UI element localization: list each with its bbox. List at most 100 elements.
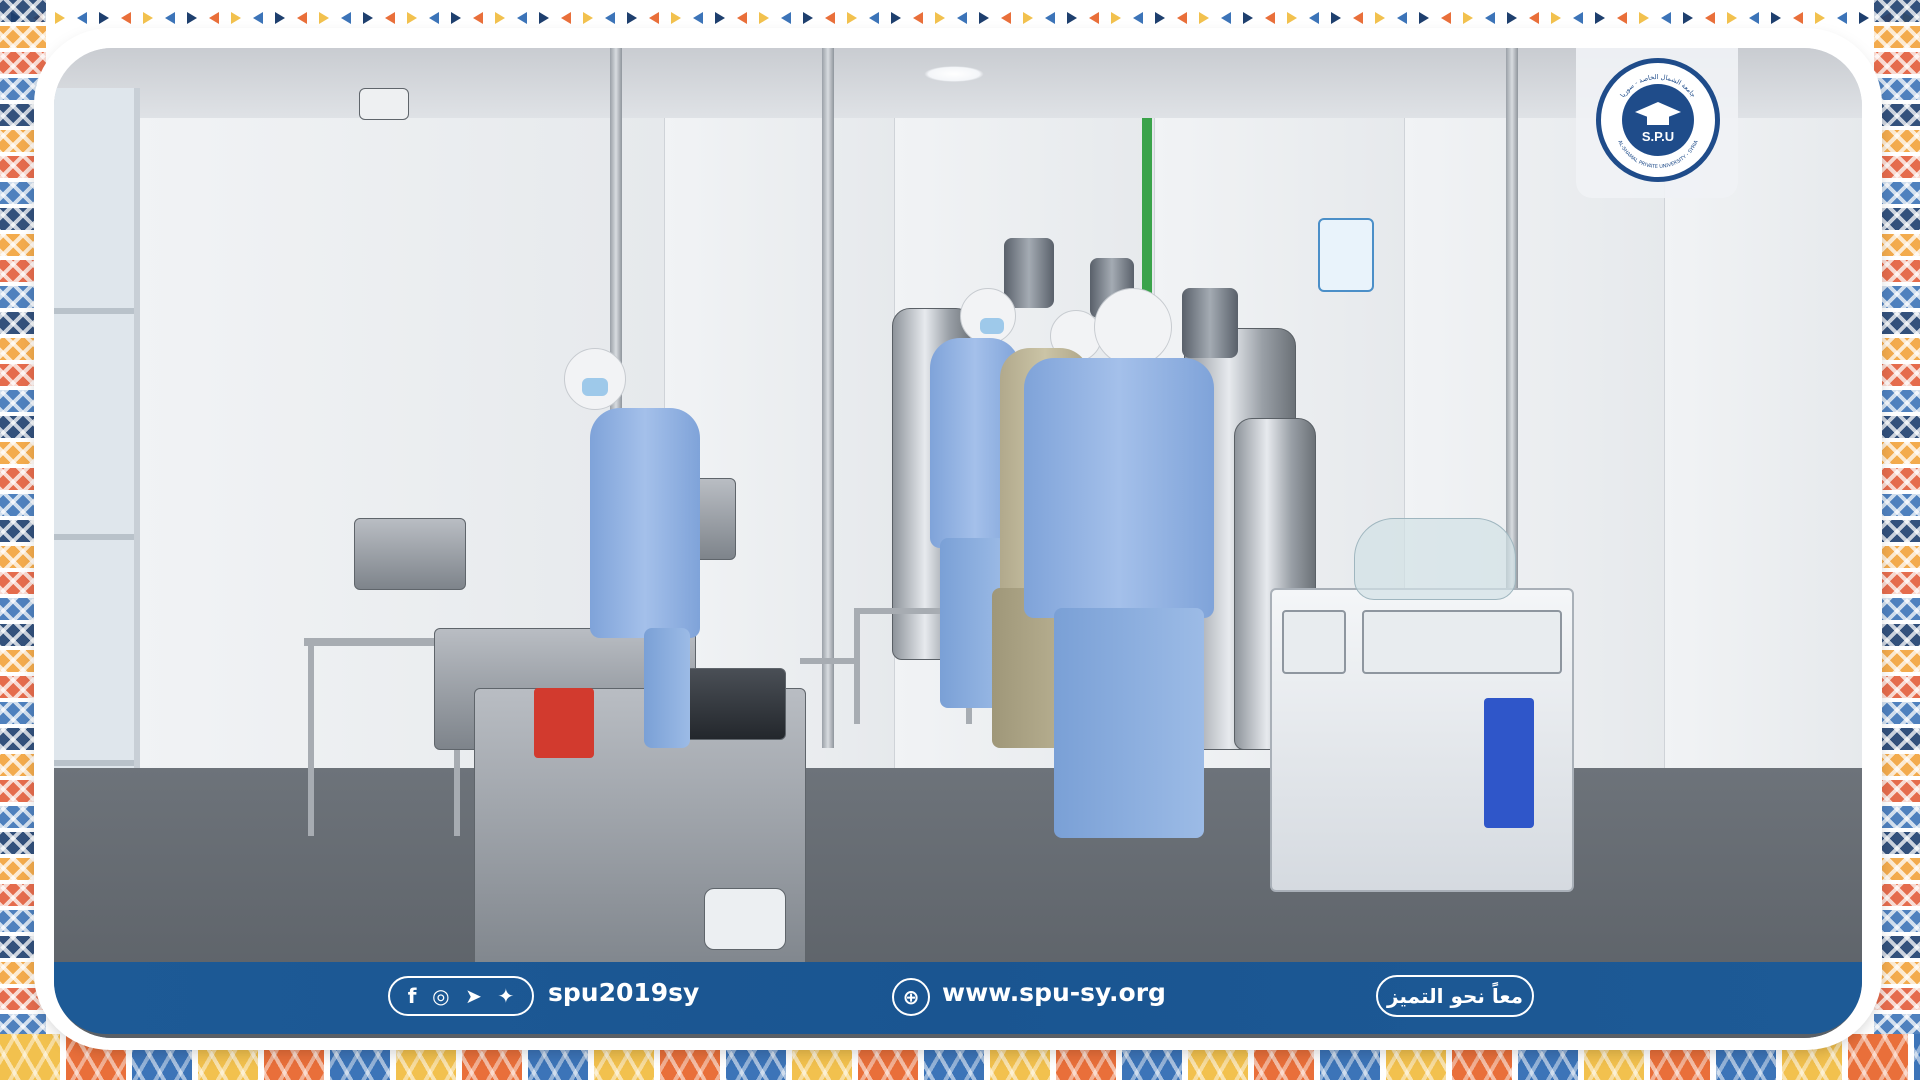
- frame-arrow: [517, 12, 527, 24]
- frame-arrow: [1089, 12, 1099, 24]
- frame-arrow: [1595, 12, 1605, 24]
- frame-arrow: [539, 12, 549, 24]
- frame-arrow: [1155, 12, 1165, 24]
- cabinet-drawer: [1362, 610, 1562, 674]
- frame-arrow: [429, 12, 439, 24]
- frame-arrow: [847, 12, 857, 24]
- frame-arrow: [77, 12, 87, 24]
- stool-leg: [854, 614, 860, 724]
- frame-right-pattern: [1874, 0, 1920, 1080]
- social-icons-group: f ◎ ➤ ✦: [388, 976, 534, 1016]
- frame-arrow: [473, 12, 483, 24]
- frame-arrow: [913, 12, 923, 24]
- instagram-icon[interactable]: ◎: [432, 986, 449, 1006]
- frame-arrow: [1661, 12, 1671, 24]
- frame-arrow: [253, 12, 263, 24]
- frame-arrow: [1221, 12, 1231, 24]
- frame-arrow: [715, 12, 725, 24]
- social-handle[interactable]: spu2019sy: [548, 978, 699, 1007]
- frame-arrow: [1419, 12, 1429, 24]
- frame-arrow: [1815, 12, 1825, 24]
- frame-arrow: [649, 12, 659, 24]
- frame-arrow: [1287, 12, 1297, 24]
- coding-printer: [674, 668, 786, 740]
- hopper-machine: [354, 518, 466, 590]
- frame-arrow: [737, 12, 747, 24]
- frame-arrow: [561, 12, 571, 24]
- logo-container: S.P.U جامعة الشمال الخاصة - سوريا AL-SHA…: [1576, 48, 1738, 198]
- cabinet-drawer: [1282, 610, 1346, 674]
- frame-arrow: [1837, 12, 1847, 24]
- frame-arrow: [1045, 12, 1055, 24]
- frame-arrow: [1507, 12, 1517, 24]
- frame-arrow: [187, 12, 197, 24]
- frame-arrow: [165, 12, 175, 24]
- frame-arrow: [1705, 12, 1715, 24]
- twitter-icon[interactable]: ✦: [497, 986, 514, 1006]
- frame-arrow: [1793, 12, 1803, 24]
- frame-arrow: [1067, 12, 1077, 24]
- frame-arrow: [451, 12, 461, 24]
- frame-arrow: [935, 12, 945, 24]
- frame-arrow: [869, 12, 879, 24]
- frame-arrow: [1749, 12, 1759, 24]
- frame-arrow: [627, 12, 637, 24]
- frame-arrow: [1683, 12, 1693, 24]
- frame-arrow: [781, 12, 791, 24]
- university-logo: S.P.U جامعة الشمال الخاصة - سوريا AL-SHA…: [1596, 58, 1720, 182]
- frame-arrow: [803, 12, 813, 24]
- frame-arrow: [341, 12, 351, 24]
- frame-arrow: [1001, 12, 1011, 24]
- frame-arrow: [1771, 12, 1781, 24]
- ceiling-light: [924, 66, 984, 82]
- frame-arrow: [1573, 12, 1583, 24]
- facebook-icon[interactable]: f: [408, 986, 417, 1006]
- frame-arrow: [55, 12, 65, 24]
- frame-arrow: [1441, 12, 1451, 24]
- frame-arrow: [1859, 12, 1869, 24]
- frame-arrow: [1265, 12, 1275, 24]
- frame-arrow: [319, 12, 329, 24]
- wall-sign: [1318, 218, 1374, 292]
- frame-arrow: [231, 12, 241, 24]
- frame-arrow: [297, 12, 307, 24]
- frame-arrow: [583, 12, 593, 24]
- frame-arrow: [671, 12, 681, 24]
- telegram-icon[interactable]: ➤: [465, 986, 482, 1006]
- frame-arrow: [1463, 12, 1473, 24]
- frame-arrow: [1397, 12, 1407, 24]
- frame-arrow: [1639, 12, 1649, 24]
- frame-arrow: [1353, 12, 1363, 24]
- globe-glyph: ⊕: [902, 985, 920, 1009]
- frame-arrow: [1529, 12, 1539, 24]
- wall-alarm: [359, 88, 409, 120]
- frame-arrow: [825, 12, 835, 24]
- frame-arrow: [121, 12, 131, 24]
- table-leg: [308, 646, 314, 836]
- logo-seal-graphic: S.P.U جامعة الشمال الخاصة - سوريا AL-SHA…: [1616, 73, 1700, 170]
- frame-arrow: [1727, 12, 1737, 24]
- frame-arrow: [1485, 12, 1495, 24]
- blue-crate: [1484, 698, 1534, 828]
- frame-arrow: [1199, 12, 1209, 24]
- bottom-banner: f ◎ ➤ ✦ spu2019sy ⊕ www.spu-sy.org معاً …: [54, 962, 1862, 1034]
- frame-arrow: [407, 12, 417, 24]
- frame-arrow: [1023, 12, 1033, 24]
- frame-arrow: [605, 12, 615, 24]
- plastic-bag: [1354, 518, 1516, 600]
- logo-abbr: S.P.U: [1642, 129, 1674, 144]
- frame-arrow: [209, 12, 219, 24]
- frame-arrow: [1375, 12, 1385, 24]
- frame-arrow: [957, 12, 967, 24]
- step-stool: [800, 658, 860, 664]
- frame-arrow: [1111, 12, 1121, 24]
- website-link[interactable]: www.spu-sy.org: [942, 978, 1166, 1007]
- tank-motor: [1004, 238, 1054, 308]
- frame-arrow: [891, 12, 901, 24]
- frame-arrow: [1243, 12, 1253, 24]
- frame-arrow: [495, 12, 505, 24]
- frame-arrow: [143, 12, 153, 24]
- wall-panel: [1664, 118, 1862, 818]
- tank-motor: [1182, 288, 1238, 358]
- pipe: [822, 48, 834, 748]
